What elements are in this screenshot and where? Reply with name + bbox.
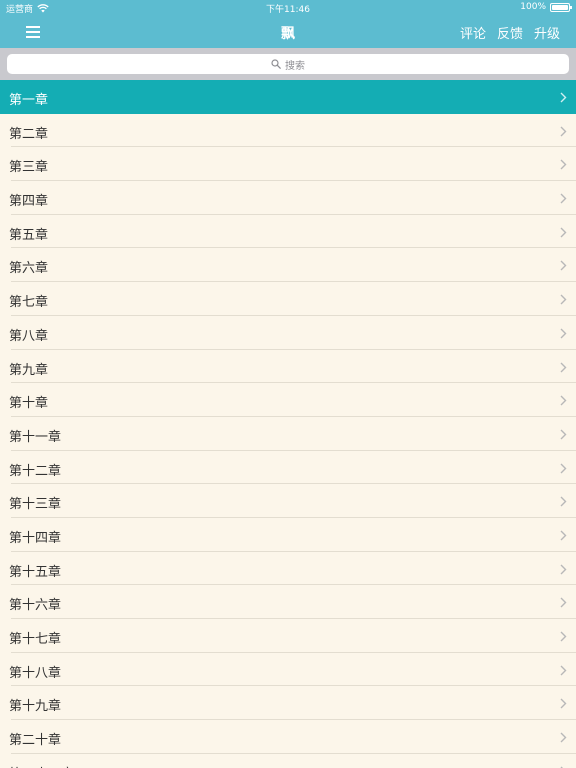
- comment-button[interactable]: 评论: [460, 23, 486, 42]
- chevron-right-icon: [560, 530, 567, 541]
- search-area: 搜索: [0, 48, 576, 80]
- chapter-label: 第七章: [9, 295, 49, 311]
- chapter-row[interactable]: 第十八章: [0, 653, 576, 687]
- chapter-label: 第四章: [9, 194, 49, 210]
- chevron-right-icon: [560, 92, 567, 103]
- chapter-row[interactable]: 第四章: [0, 181, 576, 215]
- chapter-label: 第十五章: [9, 564, 62, 580]
- chapter-row[interactable]: 第六章: [0, 248, 576, 282]
- chevron-right-icon: [560, 631, 567, 642]
- chapter-row[interactable]: 第三章: [0, 147, 576, 181]
- battery-icon: [550, 2, 572, 12]
- header: 运营商 下午11:46 100% 飘 评论 反馈 升级: [0, 0, 576, 48]
- chevron-right-icon: [560, 294, 567, 305]
- upgrade-button[interactable]: 升级: [534, 23, 560, 42]
- chapter-row[interactable]: 第十九章: [0, 686, 576, 720]
- chapter-label: 第一章: [9, 93, 49, 108]
- chapter-row[interactable]: 第八章: [0, 316, 576, 350]
- chapter-label: 第十章: [9, 396, 49, 412]
- chapter-label: 第十六章: [9, 598, 62, 614]
- chapter-row[interactable]: 第一章: [0, 80, 576, 114]
- chapter-row[interactable]: 第九章: [0, 350, 576, 384]
- chevron-right-icon: [560, 362, 567, 372]
- chevron-right-icon: [560, 665, 567, 676]
- status-right: 100%: [520, 2, 572, 12]
- chapter-label: 第十七章: [9, 632, 62, 647]
- chapter-row[interactable]: 第十五章: [0, 552, 576, 586]
- chapter-row[interactable]: 第二章: [0, 114, 576, 148]
- chapter-label: 第二章: [9, 126, 49, 142]
- chapter-row[interactable]: 第二十一章: [0, 754, 576, 768]
- search-placeholder: 搜索: [285, 60, 305, 72]
- chapter-row[interactable]: 第十一章: [0, 417, 576, 451]
- chapter-label: 第十八章: [9, 665, 62, 681]
- chapter-row[interactable]: 第十三章: [0, 484, 576, 518]
- chapter-list: 第一章第二章第三章第四章第五章第六章第七章第八章第九章第十章第十一章第十二章第十…: [0, 80, 576, 768]
- chevron-right-icon: [560, 496, 567, 507]
- chapter-row[interactable]: 第十七章: [0, 619, 576, 653]
- status-bar: 运营商 下午11:46 100%: [0, 0, 576, 16]
- chapter-row[interactable]: 第五章: [0, 215, 576, 249]
- chevron-right-icon: [560, 328, 567, 339]
- chapter-row[interactable]: 第十二章: [0, 451, 576, 485]
- chapter-label: 第九章: [9, 362, 49, 378]
- chapter-label: 第十三章: [9, 497, 62, 513]
- chevron-right-icon: [560, 698, 567, 709]
- search-input[interactable]: 搜索: [7, 54, 569, 74]
- chapter-label: 第五章: [9, 227, 49, 243]
- battery-label: 100%: [520, 2, 546, 12]
- nav-actions: 评论 反馈 升级: [460, 23, 560, 42]
- chapter-row[interactable]: 第七章: [0, 282, 576, 316]
- chapter-label: 第三章: [9, 160, 49, 176]
- chapter-label: 第十四章: [9, 530, 62, 546]
- chapter-label: 第二十一章: [9, 763, 74, 768]
- chevron-right-icon: [560, 227, 567, 238]
- chevron-right-icon: [560, 732, 567, 743]
- chapter-label: 第十九章: [9, 699, 62, 715]
- chapter-label: 第二十章: [9, 733, 62, 749]
- chapter-row[interactable]: 第十四章: [0, 518, 576, 552]
- menu-icon[interactable]: [22, 24, 48, 42]
- chapter-label: 第八章: [9, 328, 49, 344]
- feedback-button[interactable]: 反馈: [497, 23, 523, 42]
- status-time: 下午11:46: [266, 5, 310, 15]
- chevron-right-icon: [560, 429, 567, 440]
- search-icon: [271, 59, 281, 69]
- chapter-row[interactable]: 第二十章: [0, 720, 576, 754]
- chevron-right-icon: [560, 597, 567, 608]
- nav-bar: 飘 评论 反馈 升级: [0, 16, 576, 48]
- chevron-right-icon: [560, 463, 567, 474]
- chapter-label: 第六章: [9, 261, 49, 277]
- chevron-right-icon: [560, 260, 567, 271]
- chevron-right-icon: [560, 193, 567, 204]
- chapter-row[interactable]: 第十章: [0, 383, 576, 417]
- chevron-right-icon: [560, 564, 567, 575]
- chevron-right-icon: [560, 395, 567, 406]
- chapter-row[interactable]: 第十六章: [0, 585, 576, 619]
- chevron-right-icon: [560, 126, 567, 137]
- chapter-label: 第十一章: [9, 429, 62, 445]
- chevron-right-icon: [560, 159, 567, 170]
- chapter-label: 第十二章: [9, 463, 62, 479]
